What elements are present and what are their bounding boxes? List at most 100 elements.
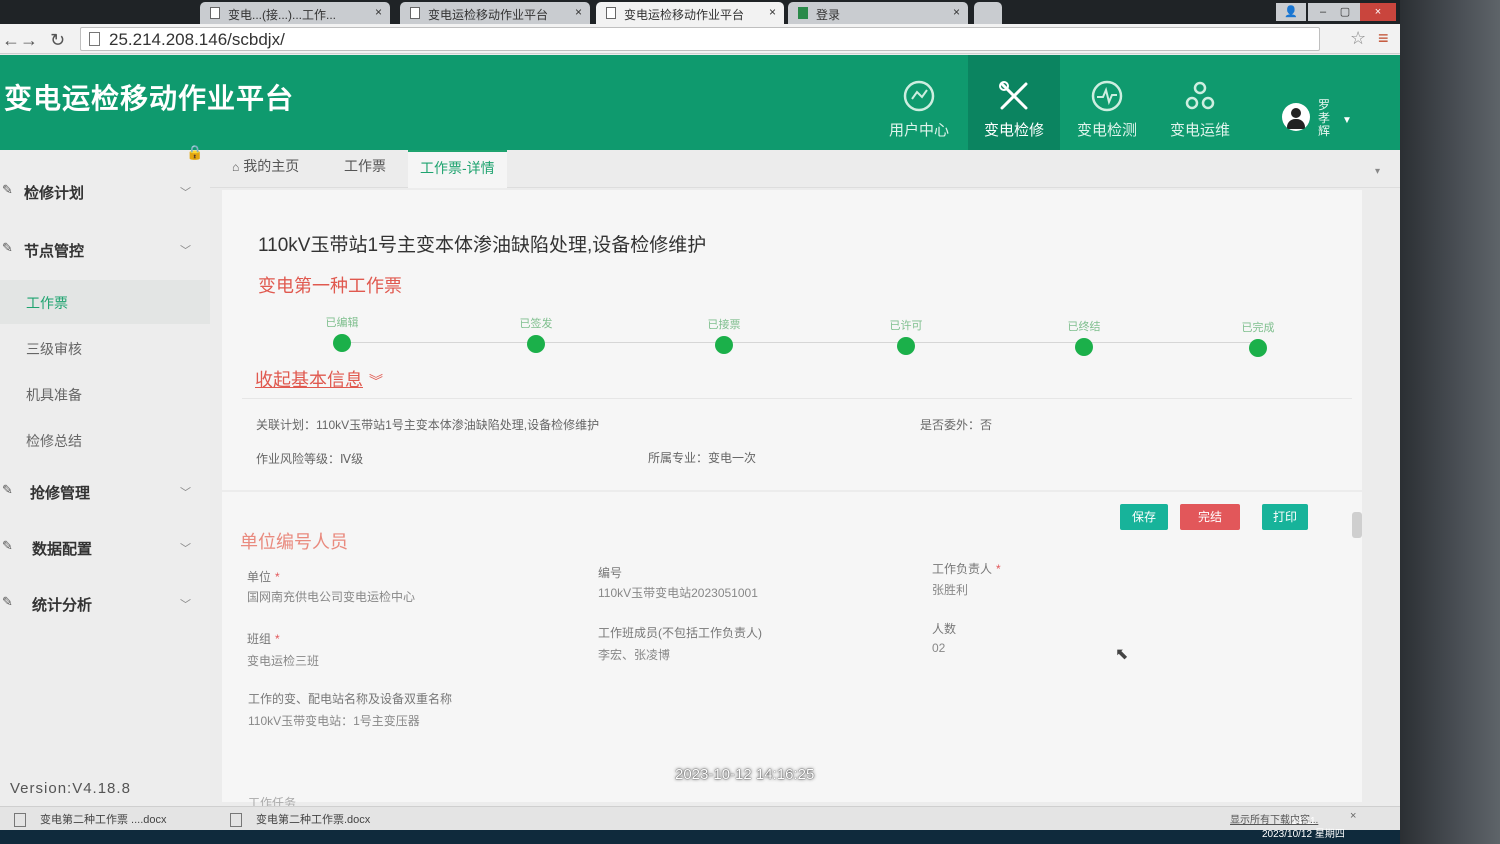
maximize-button[interactable]: ▢ (1330, 3, 1360, 21)
close-window-button[interactable]: × (1360, 3, 1396, 21)
download-item[interactable]: 变电第二种工作票.docx (230, 811, 370, 828)
tab-work-ticket[interactable]: 工作票 (332, 150, 398, 188)
complete-button[interactable]: 完结 (1180, 504, 1240, 530)
required-marker: * (275, 632, 280, 646)
edit-icon: ✎ (2, 240, 13, 255)
tab-label: 工作票-详情 (420, 160, 495, 176)
avatar[interactable] (1282, 103, 1310, 131)
team-members-label: 工作班成员(不包括工作负责人) (598, 626, 762, 640)
close-icon[interactable]: × (1350, 810, 1356, 822)
nav-substation-maintenance[interactable]: 变电检修 (968, 55, 1060, 150)
taskbar-clock: 14:11 2023/10/12 星期四 (1262, 815, 1345, 841)
edit-icon: ✎ (2, 538, 13, 553)
sidebar-group-data-config[interactable]: ✎ 数据配置 ﹀ (0, 528, 210, 568)
close-icon[interactable]: × (375, 5, 382, 19)
chevron-down-icon: ﹀ (180, 543, 191, 555)
close-icon[interactable]: × (953, 5, 960, 19)
step-dot (1249, 339, 1267, 357)
step-label: 已签发 (519, 318, 553, 330)
download-bar: 变电第二种工作票 ....docx 变电第二种工作票.docx 显示所有下载内容… (0, 806, 1400, 830)
sidebar-group-label: 检修计划 (24, 185, 85, 202)
team-members-value[interactable]: 李宏、张凌博 (598, 646, 670, 663)
unit-value[interactable]: 国网南充供电公司变电运检中心 (247, 588, 415, 605)
download-item[interactable]: 变电第二种工作票 ....docx (14, 811, 167, 828)
field-label-text: 单位 (247, 570, 272, 584)
nav-label: 用户中心 (888, 122, 949, 139)
reload-icon[interactable]: ↻ (50, 30, 65, 51)
divider (242, 398, 1352, 399)
browser-menu-icon[interactable]: ≡ (1378, 28, 1389, 49)
address-bar: ← → ↻ 25.214.208.146/scbdjx/ (0, 24, 1400, 54)
browser-tab-label: 变电...(接...)...工作... (228, 8, 337, 22)
sidebar-group-label: 统计分析 (32, 597, 93, 614)
browser-tab-active[interactable]: 变电运检移动作业平台 × (596, 2, 784, 24)
specialty-text: 所属专业：变电一次 (648, 451, 757, 465)
work-location-label: 工作的变、配电站名称及设备双重名称 (248, 692, 453, 706)
nav-substation-testing[interactable]: 变电检测 (1061, 55, 1153, 150)
save-button[interactable]: 保存 (1120, 504, 1168, 530)
step-label: 已许可 (889, 320, 923, 332)
work-location-value[interactable]: 110kV玉带变电站：1号主变压器 (248, 712, 420, 729)
step-dot (897, 337, 915, 355)
url-text: 25.214.208.146/scbdjx/ (109, 30, 285, 49)
ticket-detail-card: 110kV玉带站1号主变本体渗油缺陷处理,设备检修维护 变电第一种工作票 已编辑… (222, 190, 1362, 490)
sidebar-group-statistics[interactable]: ✎ 统计分析 ﹀ (0, 584, 210, 624)
print-button[interactable]: 打印 (1262, 504, 1308, 530)
nav-substation-operation[interactable]: 变电运维 (1154, 55, 1246, 150)
step-edited: 已编辑 (312, 314, 372, 352)
step-issued: 已签发 (506, 315, 566, 353)
back-icon[interactable]: ← (2, 30, 20, 51)
forward-icon[interactable]: → (20, 30, 38, 51)
double-chevron-down-icon: ︾ (369, 373, 383, 389)
browser-tab[interactable]: 登录 × (788, 2, 968, 24)
new-tab-button[interactable] (974, 2, 1002, 24)
page-icon (89, 32, 100, 46)
browser-tab[interactable]: 变电...(接...)...工作... × (200, 2, 390, 24)
bookmark-star-icon[interactable]: ☆ (1350, 28, 1366, 49)
sidebar-item-three-level-review[interactable]: 三级审核 (0, 326, 210, 370)
number-value[interactable]: 110kV玉带变电站2023051001 (598, 584, 758, 601)
scrollbar[interactable] (1352, 512, 1362, 538)
section-title: 单位编号人员 (240, 532, 348, 552)
collapse-basic-info-link[interactable]: 收起基本信息 ︾ (255, 366, 383, 392)
tab-label: 工作票 (344, 158, 386, 174)
tab-my-home[interactable]: ⌂ 我的主页 (220, 150, 311, 188)
sidebar-group-emergency-repair[interactable]: ✎ 抢修管理 ﹀ (0, 472, 210, 512)
ticket-title: 110kV玉带站1号主变本体渗油缺陷处理,设备检修维护 (258, 235, 707, 256)
user-profile-button[interactable]: 👤 (1276, 3, 1306, 21)
risk-level-text: 作业风险等级：Ⅳ级 (256, 452, 364, 466)
app-header: 变电运检移动作业平台 用户中心 变电检修 变电检测 变电运维 罗孝辉 ▼ (0, 55, 1400, 150)
content-tab-bar: ⌂ 我的主页 工作票 工作票-详情 ▾ (210, 150, 1400, 188)
sidebar-item-tool-preparation[interactable]: 机具准备 (0, 372, 210, 416)
chevron-down-icon[interactable]: ▾ (1375, 166, 1380, 177)
nav-label: 变电运维 (1169, 122, 1230, 139)
team-value[interactable]: 变电运检三班 (247, 652, 319, 669)
chevron-down-icon: ﹀ (180, 245, 191, 257)
sidebar-item-maintenance-summary[interactable]: 检修总结 (0, 418, 210, 462)
chevron-down-icon[interactable]: ▼ (1342, 115, 1352, 126)
work-leader-value[interactable]: 张胜利 (932, 581, 968, 598)
outsourced-text: 是否委外：否 (920, 418, 993, 432)
close-icon[interactable]: × (769, 5, 776, 19)
edit-icon: ✎ (2, 594, 13, 609)
user-name[interactable]: 罗孝辉 (1318, 99, 1332, 138)
page-icon (410, 7, 420, 19)
page-icon (798, 7, 808, 19)
step-dot (333, 334, 351, 352)
step-label: 已接票 (707, 319, 741, 331)
browser-tab[interactable]: 变电运检移动作业平台 × (400, 2, 590, 24)
step-label: 已完成 (1241, 322, 1275, 334)
tab-work-ticket-detail[interactable]: 工作票-详情 (408, 150, 507, 188)
user-center-icon (903, 80, 935, 112)
lock-icon[interactable]: 🔒 (186, 144, 203, 161)
nav-user-center[interactable]: 用户中心 (873, 55, 965, 150)
url-input[interactable]: 25.214.208.146/scbdjx/ (80, 27, 1320, 51)
step-received: 已接票 (694, 316, 754, 354)
headcount-value[interactable]: 02 (932, 641, 945, 655)
sidebar-item-work-ticket[interactable]: 工作票 (0, 280, 210, 324)
sidebar-group-maintenance-plan[interactable]: ✎ 检修计划 ﹀ (0, 172, 210, 212)
sidebar-group-node-control[interactable]: ✎ 节点管控 ﹀ (0, 230, 210, 270)
step-dot (527, 335, 545, 353)
edit-icon: ✎ (2, 482, 13, 497)
close-icon[interactable]: × (575, 5, 582, 19)
